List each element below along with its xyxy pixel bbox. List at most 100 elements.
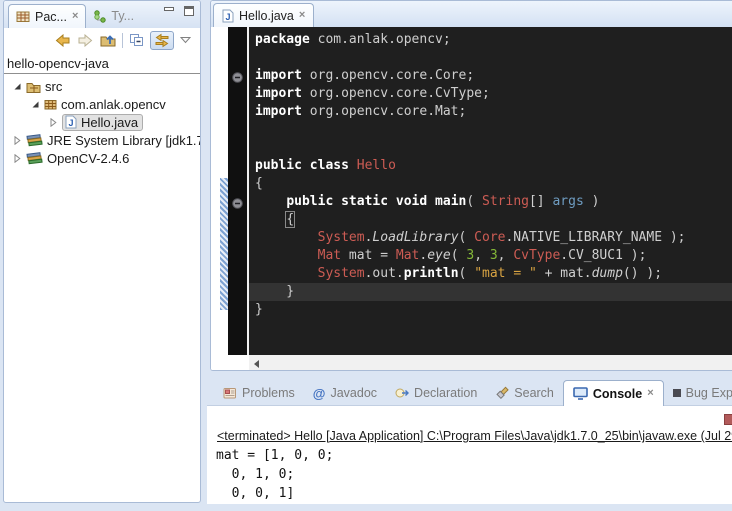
code-token: package — [255, 32, 310, 47]
tab-pac[interactable]: Pac...× — [8, 4, 86, 28]
go-up-button[interactable] — [100, 33, 116, 47]
tree-item-hello-java[interactable]: JHello.java — [4, 113, 200, 131]
tab-label: Declaration — [414, 386, 477, 400]
expand-arrow-icon[interactable] — [12, 154, 22, 163]
expand-arrow-icon[interactable] — [48, 118, 58, 127]
editor-vertical-ruler[interactable] — [211, 27, 228, 355]
tab-javadoc[interactable]: @Javadoc — [304, 381, 386, 405]
tree-item-label: src — [45, 79, 62, 94]
code-line: import org.opencv.core.Mat; — [249, 103, 732, 121]
link-with-editor-button[interactable] — [150, 31, 174, 50]
tab-label: Bug Explorer — [686, 386, 732, 400]
code-token: 3 — [490, 248, 498, 263]
editor-folding-gutter[interactable] — [228, 27, 247, 355]
code-token: class — [310, 158, 349, 173]
forward-button[interactable] — [77, 34, 94, 47]
terminate-button[interactable] — [724, 414, 732, 425]
minimize-icon[interactable] — [164, 6, 175, 16]
console-process-header: <terminated> Hello [Java Application] C:… — [217, 429, 732, 443]
expand-arrow-icon[interactable] — [12, 136, 22, 145]
java-file-icon: J — [222, 9, 234, 23]
code-text-area[interactable]: package com.anlak.opencv; import org.open… — [249, 27, 732, 355]
fold-collapse-icon[interactable] — [232, 70, 243, 88]
bug-icon — [673, 389, 681, 397]
console-content: <terminated> Hello [Java Application] C:… — [207, 405, 732, 504]
code-token: ) — [584, 194, 600, 209]
code-token: Core — [474, 230, 505, 245]
tree-item-label: com.anlak.opencv — [61, 97, 166, 112]
code-token: } — [255, 284, 294, 299]
code-token: Mat — [396, 248, 419, 263]
code-line: { — [249, 175, 732, 193]
package-icon — [44, 98, 57, 110]
close-icon[interactable]: × — [299, 10, 305, 21]
library-icon — [26, 152, 43, 165]
editor-horizontal-scrollbar[interactable] — [211, 355, 732, 371]
code-token: { — [286, 212, 294, 227]
tree-item-label: Hello.java — [81, 115, 138, 130]
scrollbar-track[interactable] — [249, 355, 732, 371]
code-line: public static void main( String[] args ) — [249, 193, 732, 211]
close-icon[interactable]: × — [72, 11, 78, 22]
tab-problems[interactable]: Problems — [214, 381, 304, 405]
code-line — [249, 139, 732, 157]
collapse-all-icon — [129, 33, 144, 47]
code-token: import — [255, 68, 302, 83]
tab-declaration[interactable]: Declaration — [386, 381, 486, 405]
collapse-all-button[interactable] — [129, 33, 144, 47]
tree-entry[interactable]: OpenCV-2.4.6 — [26, 151, 129, 166]
close-icon[interactable]: × — [647, 388, 653, 399]
project-separator — [4, 73, 200, 74]
range-indicator — [220, 178, 228, 310]
editor-tab-hello-java[interactable]: J Hello.java × — [213, 3, 314, 27]
console-output-text[interactable]: mat = [1, 0, 0; 0, 1, 0; 0, 0, 1] — [216, 446, 732, 503]
code-token: args — [552, 194, 583, 209]
library-icon — [26, 134, 43, 147]
code-token: , — [498, 248, 514, 263]
code-line: System.LoadLibrary( Core.NATIVE_LIBRARY_… — [249, 229, 732, 247]
code-line: package com.anlak.opencv; — [249, 31, 732, 49]
code-token: System — [318, 230, 365, 245]
code-token: main — [435, 194, 466, 209]
tree-item-jre-system-library-jdk1-7-0[interactable]: JRE System Library [jdk1.7.0 — [4, 131, 200, 149]
maximize-icon[interactable] — [184, 6, 195, 16]
collapse-arrow-icon[interactable] — [12, 82, 22, 91]
fold-collapse-icon[interactable] — [232, 196, 243, 214]
back-button[interactable] — [54, 34, 71, 47]
code-token: org.opencv.core.Core; — [302, 68, 474, 83]
code-token: mat = — [341, 248, 396, 263]
tab-bug-explorer[interactable]: Bug Explorer — [664, 381, 732, 405]
code-token: LoadLibrary — [372, 230, 458, 245]
code-token: ( — [459, 266, 475, 281]
code-token: .NATIVE_LIBRARY_NAME ); — [505, 230, 685, 245]
code-line: System.out.println( "mat = " + mat.dump(… — [249, 265, 732, 283]
tree-item-src[interactable]: src — [4, 77, 200, 95]
console-icon — [573, 387, 588, 400]
collapse-arrow-icon[interactable] — [30, 100, 40, 109]
code-token — [333, 194, 341, 209]
code-token — [255, 248, 318, 263]
code-token: public — [286, 194, 333, 209]
code-token: } — [255, 302, 263, 317]
selected-tree-entry[interactable]: JHello.java — [62, 114, 143, 131]
tab-console[interactable]: Console× — [563, 380, 664, 406]
code-line — [249, 49, 732, 67]
tab-search[interactable]: Search — [486, 381, 563, 405]
tree-item-com-anlak-opencv[interactable]: com.anlak.opencv — [4, 95, 200, 113]
view-menu-button[interactable] — [180, 36, 191, 44]
code-line: { — [249, 211, 732, 229]
code-line: Mat mat = Mat.eye( 3, 3, CvType.CV_8UC1 … — [249, 247, 732, 265]
scroll-left-icon[interactable] — [254, 360, 259, 368]
tree-entry[interactable]: com.anlak.opencv — [44, 97, 166, 112]
editor-tab-bar: J Hello.java × — [211, 1, 732, 27]
tab-label: Search — [514, 386, 554, 400]
code-token: com.anlak.opencv; — [310, 32, 451, 47]
tab-ty[interactable]: Ty... — [86, 4, 141, 28]
tree-item-opencv-2-4-6[interactable]: OpenCV-2.4.6 — [4, 149, 200, 167]
code-token: import — [255, 86, 302, 101]
tree-entry[interactable]: JRE System Library [jdk1.7.0 — [26, 133, 200, 148]
code-line-current: } — [249, 283, 732, 301]
code-token — [255, 230, 318, 245]
problems-icon — [223, 387, 237, 399]
tree-entry[interactable]: src — [26, 79, 62, 94]
